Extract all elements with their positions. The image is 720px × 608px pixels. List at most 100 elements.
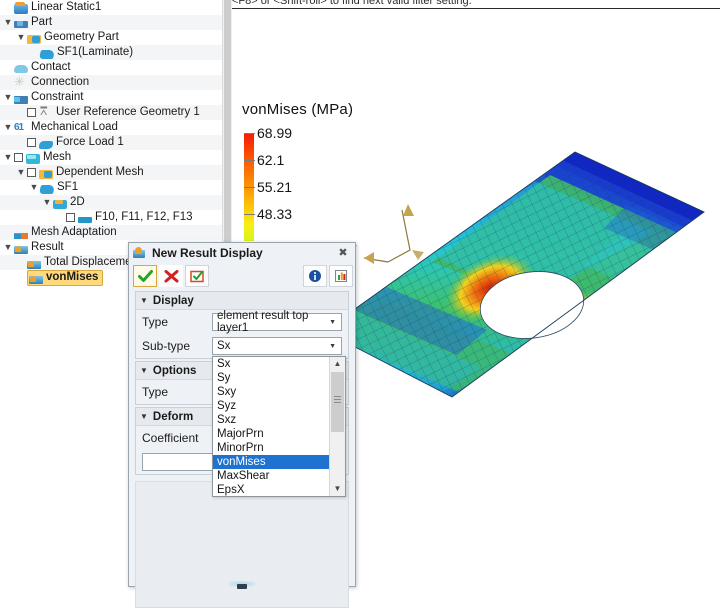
tree-item-label: Dependent Mesh xyxy=(56,166,144,178)
tree-item-checkbox[interactable] xyxy=(14,153,23,162)
tree-item-contact[interactable]: Contact xyxy=(0,60,222,75)
tree-item-linear-static1[interactable]: Linear Static1 xyxy=(0,0,222,15)
display-subtype-label: Sub-type xyxy=(142,339,191,353)
cancel-button[interactable] xyxy=(159,265,183,287)
dropdown-option-minorprn[interactable]: MinorPrn xyxy=(213,441,331,455)
dropdown-option-majorprn[interactable]: MajorPrn xyxy=(213,427,331,441)
result-display-icon xyxy=(133,247,147,259)
tree-item-checkbox[interactable] xyxy=(27,138,36,147)
tree-item-label: Geometry Part xyxy=(44,31,119,43)
display-section-header[interactable]: ▼ Display xyxy=(136,292,348,310)
tree-item-mesh[interactable]: ▼ Mesh xyxy=(0,150,222,165)
apply-button[interactable] xyxy=(185,265,209,287)
face-icon xyxy=(78,217,92,223)
dropdown-option-sx[interactable]: Sx xyxy=(213,357,331,371)
tree-item-checkbox[interactable] xyxy=(66,213,75,222)
tree-item-mechanical-load[interactable]: ▼ Mechanical Load xyxy=(0,120,222,135)
chevron-down-icon[interactable]: ▼ xyxy=(2,240,14,255)
tree-item-checkbox[interactable] xyxy=(27,168,36,177)
tree-item-force-load-1[interactable]: Force Load 1 xyxy=(0,135,222,150)
display-subtype-combo[interactable]: Sx ▼ xyxy=(212,337,342,355)
tree-item-geometry-part[interactable]: ▼ Geometry Part xyxy=(0,30,222,45)
dropdown-option-maxshear[interactable]: MaxShear xyxy=(213,469,331,483)
chart-icon xyxy=(335,270,347,282)
folder-icon xyxy=(39,169,53,179)
analysis-icon xyxy=(14,1,28,14)
chevron-down-icon[interactable]: ▼ xyxy=(2,120,14,135)
display-subtype-row: Sub-type Sx ▼ xyxy=(136,334,348,358)
tree-item-label: Connection xyxy=(31,76,90,88)
display-type-value: element result top layer1 xyxy=(217,310,309,334)
apply-icon xyxy=(189,270,204,282)
tree-item-label: Linear Static1 xyxy=(31,1,102,13)
tree-item-label: SF1 xyxy=(57,181,79,193)
tree-item-label: SF1(Laminate) xyxy=(57,46,134,58)
dropdown-option-sxy[interactable]: Sxy xyxy=(213,385,331,399)
chevron-down-icon: ▼ xyxy=(329,318,336,326)
x-icon xyxy=(164,269,178,282)
tree-item-label: vonMises xyxy=(46,271,99,283)
new-result-display-dialog[interactable]: New Result Display ✖ ▼ Display Type elem… xyxy=(128,242,356,608)
selected-tree-item[interactable]: vonMises xyxy=(27,269,104,286)
chevron-down-icon[interactable]: ▼ xyxy=(2,15,14,30)
force-icon xyxy=(39,140,53,149)
tree-item-sf1-laminate[interactable]: SF1(Laminate) xyxy=(0,45,222,60)
dropdown-option-vonmises[interactable]: vonMises xyxy=(213,455,331,469)
mesh-icon xyxy=(26,153,40,164)
tree-item-label: 2D xyxy=(70,196,85,208)
scroll-down-icon[interactable]: ▼ xyxy=(330,482,345,496)
axis-triad: Y xyxy=(349,204,424,264)
info-button[interactable] xyxy=(303,265,327,287)
chevron-down-icon: ▼ xyxy=(140,412,148,421)
display-subtype-value: Sx xyxy=(217,340,231,352)
dropdown-scrollbar-thumb[interactable] xyxy=(331,372,344,432)
close-icon[interactable]: ✖ xyxy=(336,246,350,260)
dialog-toolbar[interactable] xyxy=(129,263,355,289)
scroll-up-icon[interactable]: ▲ xyxy=(330,357,345,371)
dropdown-option-sxz[interactable]: Sxz xyxy=(213,413,331,427)
dialog-title: New Result Display xyxy=(152,246,263,260)
chevron-down-icon[interactable]: ▼ xyxy=(2,150,14,165)
chevron-down-icon: ▼ xyxy=(329,342,336,350)
part-icon xyxy=(14,21,28,28)
chevron-down-icon[interactable]: ▼ xyxy=(2,90,14,105)
subtype-dropdown-list[interactable]: Sx Sy Sxy Syz Sxz MajorPrn MinorPrn vonMises Max… xyxy=(212,356,346,497)
tree-item-dependent-mesh[interactable]: ▼ Dependent Mesh xyxy=(0,165,222,180)
dialog-footer-handle[interactable] xyxy=(237,584,247,589)
dropdown-option-syz[interactable]: Syz xyxy=(213,399,331,413)
dropdown-options[interactable]: Sx Sy Sxy Syz Sxz MajorPrn MinorPrn vonMises Max… xyxy=(213,357,331,497)
connection-icon xyxy=(14,74,28,89)
tree-item-label: Result xyxy=(31,241,64,253)
tree-item-constraint[interactable]: ▼ Constraint xyxy=(0,90,222,105)
display-type-combo[interactable]: element result top layer1 ▼ xyxy=(212,310,342,334)
tree-item-f10-f11-f12-f13[interactable]: F10, F11, F12, F13 xyxy=(0,210,222,225)
tree-item-user-reference-geometry-1[interactable]: User Reference Geometry 1 xyxy=(0,104,222,120)
tree-item-checkbox[interactable] xyxy=(27,108,36,117)
surface-icon xyxy=(39,184,55,194)
dropdown-scrollbar[interactable]: ▲ ▼ xyxy=(329,357,345,496)
tree-item-2d[interactable]: ▼ 2D xyxy=(0,195,222,210)
chevron-down-icon[interactable]: ▼ xyxy=(28,180,40,195)
surface-icon xyxy=(39,49,55,59)
tree-item-mesh-adaptation[interactable]: Mesh Adaptation xyxy=(0,225,222,240)
chevron-down-icon[interactable]: ▼ xyxy=(15,30,27,45)
result-icon xyxy=(29,275,43,284)
chevron-down-icon[interactable]: ▼ xyxy=(15,165,27,180)
dialog-titlebar[interactable]: New Result Display ✖ xyxy=(129,243,355,263)
result-icon xyxy=(14,245,28,254)
tree-item-sf1[interactable]: ▼ SF1 xyxy=(0,180,222,195)
mesh2d-icon xyxy=(53,199,67,209)
display-header-label: Display xyxy=(152,294,194,307)
ok-button[interactable] xyxy=(133,265,157,287)
tree-item-label: Contact xyxy=(31,61,71,73)
dropdown-option-epsx[interactable]: EpsX xyxy=(213,483,331,497)
options-type-label: Type xyxy=(142,385,169,399)
reference-geometry-icon xyxy=(39,104,53,119)
chevron-down-icon[interactable]: ▼ xyxy=(41,195,53,210)
tree-item-label: Mesh Adaptation xyxy=(31,226,117,238)
dropdown-option-sy[interactable]: Sy xyxy=(213,371,331,385)
tree-item-label: F10, F11, F12, F13 xyxy=(95,211,193,223)
tree-item-connection[interactable]: Connection xyxy=(0,74,222,90)
chart-button[interactable] xyxy=(329,265,353,287)
tree-item-part[interactable]: ▼ Part xyxy=(0,15,222,30)
